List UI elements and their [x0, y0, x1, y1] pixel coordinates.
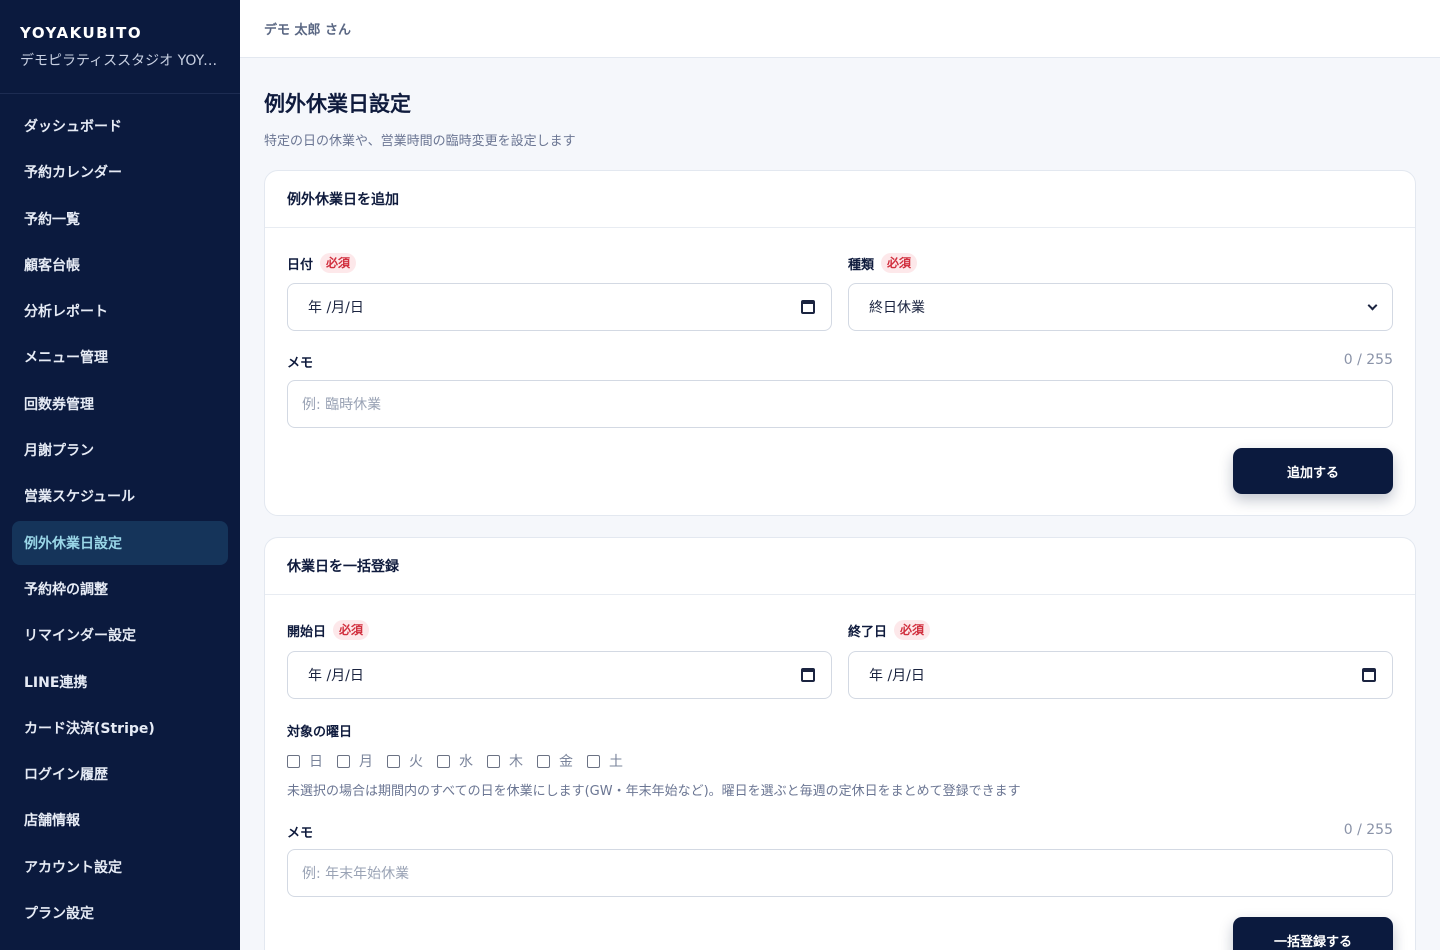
- weekday-label-text: 土: [609, 754, 623, 770]
- sidebar-nav: ダッシュボード 予約カレンダー 予約一覧 顧客台帳 分析レポート メニュー管理 …: [0, 94, 240, 935]
- card-title: 例外休業日を追加: [265, 171, 1415, 228]
- date-label: 日付 必須: [287, 253, 357, 273]
- weekday-label-text: 木: [509, 754, 523, 770]
- sidebar-item-tickets[interactable]: 回数券管理: [12, 382, 228, 426]
- bulk-register-button[interactable]: 一括登録する: [1233, 917, 1393, 950]
- checkbox[interactable]: [537, 754, 550, 768]
- brand-block: YOYAKUBITO デモピラティススタジオ YOYAKUBITO: [0, 0, 240, 94]
- date-label-text: 日付: [287, 257, 314, 273]
- memo-label: メモ: [287, 826, 314, 841]
- sidebar-item-slot-adjustment[interactable]: 予約枠の調整: [12, 567, 228, 611]
- weekday-tue[interactable]: 火: [387, 751, 423, 771]
- weekday-wed[interactable]: 水: [437, 751, 473, 771]
- sidebar-item-customers[interactable]: 顧客台帳: [12, 243, 228, 287]
- required-badge: 必須: [881, 253, 918, 273]
- weekday-sun[interactable]: 日: [287, 751, 323, 771]
- page-subtitle: 特定の日の休業や、営業時間の臨時変更を設定します: [264, 134, 576, 149]
- required-badge: 必須: [894, 620, 931, 640]
- type-value: 終日休業: [869, 300, 925, 316]
- checkbox[interactable]: [387, 754, 400, 768]
- bulk-holiday-card: 休業日を一括登録 開始日 必須 年 /月/日 終了日 必須 年 /月/日 対象の…: [264, 537, 1416, 950]
- sidebar-item-login-history[interactable]: ログイン履歴: [12, 752, 228, 796]
- checkbox[interactable]: [287, 754, 300, 768]
- sidebar-item-reservation-list[interactable]: 予約一覧: [12, 197, 228, 241]
- user-name[interactable]: デモ 太郎 さん: [264, 19, 351, 38]
- date-value: 年 /月/日: [308, 300, 364, 316]
- memo-counter: 0 / 255: [1343, 822, 1393, 838]
- end-date-label: 終了日 必須: [848, 620, 931, 640]
- studio-name: デモピラティススタジオ YOYAKUBITO: [20, 53, 220, 69]
- calendar-icon[interactable]: [801, 300, 815, 314]
- card-title: 休業日を一括登録: [265, 538, 1415, 595]
- page-title: 例外休業日設定: [264, 92, 411, 116]
- start-date-label-text: 開始日: [287, 624, 327, 640]
- weekday-label-text: 水: [459, 754, 473, 770]
- sidebar-item-plan[interactable]: プラン設定: [12, 891, 228, 935]
- sidebar-item-menu[interactable]: メニュー管理: [12, 335, 228, 379]
- sidebar: YOYAKUBITO デモピラティススタジオ YOYAKUBITO ダッシュボー…: [0, 0, 240, 950]
- sidebar-item-store-info[interactable]: 店舗情報: [12, 798, 228, 842]
- weekday-thu[interactable]: 木: [487, 751, 523, 771]
- weekday-label-text: 金: [559, 754, 573, 770]
- main-content: 例外休業日設定 特定の日の休業や、営業時間の臨時変更を設定します 例外休業日を追…: [264, 58, 1416, 950]
- checkbox[interactable]: [337, 754, 350, 768]
- memo-input[interactable]: 例: 臨時休業: [287, 380, 1393, 428]
- weekday-mon[interactable]: 月: [337, 751, 373, 771]
- checkbox[interactable]: [437, 754, 450, 768]
- required-badge: 必須: [320, 253, 357, 273]
- sidebar-item-line[interactable]: LINE連携: [12, 660, 228, 704]
- memo-placeholder: 例: 臨時休業: [302, 397, 382, 413]
- weekday-label-text: 月: [359, 754, 373, 770]
- sidebar-item-reservation-calendar[interactable]: 予約カレンダー: [12, 150, 228, 194]
- end-date-value: 年 /月/日: [869, 668, 925, 684]
- sidebar-item-business-schedule[interactable]: 営業スケジュール: [12, 474, 228, 518]
- weekday-label-text: 火: [409, 754, 423, 770]
- topbar: デモ 太郎 さん: [240, 0, 1440, 58]
- date-input[interactable]: 年 /月/日: [287, 283, 832, 331]
- weekday-checkboxes: 日 月 火 水 木 金 土: [287, 751, 637, 771]
- add-holiday-card: 例外休業日を追加 日付 必須 年 /月/日 種類 必須 終日休業 メモ 0 / …: [264, 170, 1416, 516]
- memo-placeholder: 例: 年末年始休業: [302, 866, 410, 882]
- sidebar-item-dashboard[interactable]: ダッシュボード: [12, 104, 228, 148]
- start-date-label: 開始日 必須: [287, 620, 370, 640]
- type-label: 種類 必須: [848, 253, 918, 273]
- weekday-fri[interactable]: 金: [537, 751, 573, 771]
- weekday-label-text: 日: [309, 754, 323, 770]
- weekday-label: 対象の曜日: [287, 725, 353, 740]
- memo-counter: 0 / 255: [1343, 352, 1393, 368]
- end-date-label-text: 終了日: [848, 624, 888, 640]
- checkbox[interactable]: [587, 754, 600, 768]
- type-select[interactable]: 終日休業: [848, 283, 1393, 331]
- weekday-hint: 未選択の場合は期間内のすべての日を休業にします(GW・年末年始など)。曜日を選ぶ…: [287, 784, 1021, 799]
- brand-name: YOYAKUBITO: [20, 24, 143, 42]
- sidebar-item-account[interactable]: アカウント設定: [12, 845, 228, 889]
- sidebar-item-reports[interactable]: 分析レポート: [12, 289, 228, 333]
- bulk-memo-input[interactable]: 例: 年末年始休業: [287, 849, 1393, 897]
- weekday-sat[interactable]: 土: [587, 751, 623, 771]
- sidebar-item-reminders[interactable]: リマインダー設定: [12, 613, 228, 657]
- sidebar-item-monthly-plans[interactable]: 月謝プラン: [12, 428, 228, 472]
- required-badge: 必須: [333, 620, 370, 640]
- calendar-icon[interactable]: [801, 668, 815, 682]
- type-label-text: 種類: [848, 257, 875, 273]
- calendar-icon[interactable]: [1362, 668, 1376, 682]
- chevron-down-icon: [1367, 300, 1378, 310]
- checkbox[interactable]: [487, 754, 500, 768]
- sidebar-item-stripe[interactable]: カード決済(Stripe): [12, 706, 228, 750]
- start-date-input[interactable]: 年 /月/日: [287, 651, 832, 699]
- memo-label: メモ: [287, 356, 314, 371]
- add-button[interactable]: 追加する: [1233, 448, 1393, 494]
- start-date-value: 年 /月/日: [308, 668, 364, 684]
- sidebar-item-exception-holidays[interactable]: 例外休業日設定: [12, 520, 228, 565]
- end-date-input[interactable]: 年 /月/日: [848, 651, 1393, 699]
